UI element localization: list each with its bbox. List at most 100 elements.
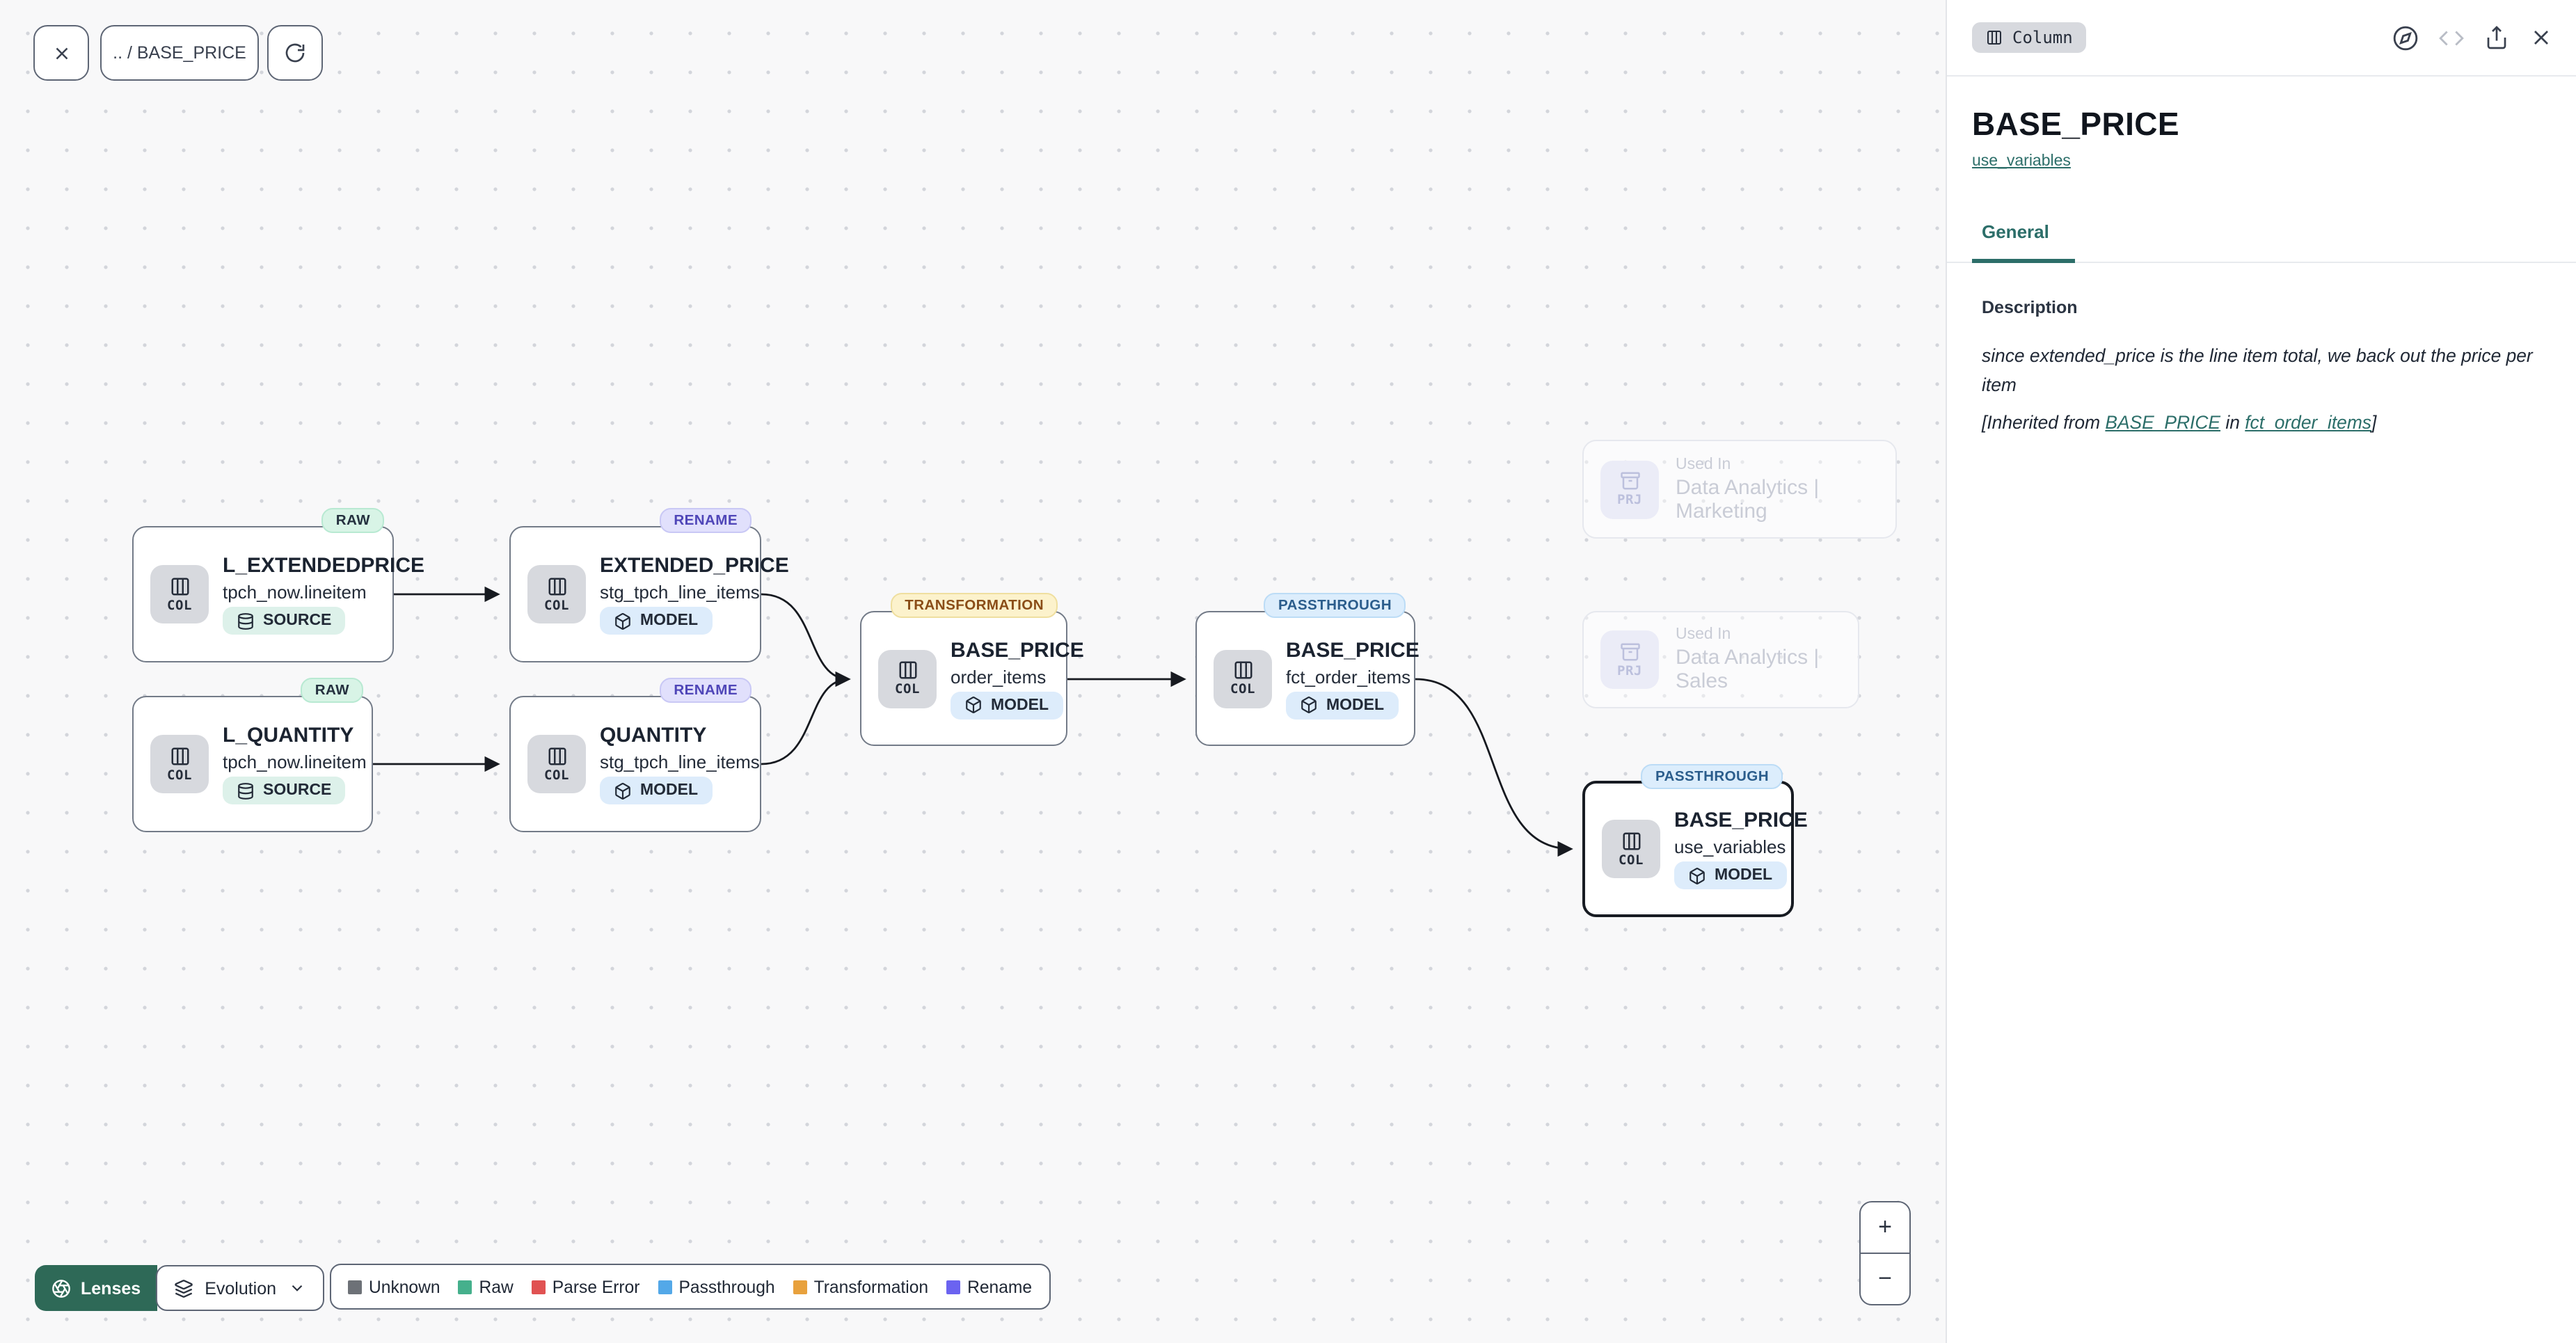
pill-label: SOURCE: [263, 782, 331, 799]
ghost-node-sales[interactable]: PRJ Used In Data Analytics | Sales: [1582, 611, 1859, 708]
cube-icon: [614, 781, 632, 800]
close-icon: [2529, 25, 2554, 50]
source-pill: SOURCE: [223, 607, 345, 635]
zoom-in-button[interactable]: +: [1861, 1202, 1909, 1253]
node-kind-label: COL: [895, 682, 920, 697]
inherited-model-link[interactable]: fct_order_items: [2245, 412, 2371, 433]
model-link[interactable]: use_variables: [1972, 153, 2071, 170]
node-l-extendedprice[interactable]: RAW COL L_EXTENDEDPRICE tpch_now.lineite…: [132, 526, 394, 662]
columns-icon: [169, 745, 190, 766]
legend-label: Parse Error: [552, 1277, 640, 1296]
lineage-type-badge: RAW: [322, 508, 384, 533]
database-icon: [237, 781, 255, 800]
model-link-row: use_variables: [1972, 153, 2576, 170]
pill-label: MODEL: [1715, 867, 1772, 884]
archive-icon: [1619, 470, 1640, 491]
lenses-button[interactable]: Lenses: [35, 1265, 157, 1311]
project-name: Data Analytics | Sales: [1676, 646, 1841, 693]
inherited-prefix: [Inherited from: [1982, 412, 2105, 433]
node-subtitle: stg_tpch_line_items: [600, 752, 760, 772]
legend-swatch: [658, 1280, 672, 1294]
node-base-price-order-items[interactable]: TRANSFORMATION COL BASE_PRICE order_item…: [860, 611, 1067, 746]
legend-swatch: [348, 1280, 362, 1294]
lineage-type-badge: RENAME: [660, 678, 752, 703]
entity-type-label: Column: [2012, 28, 2073, 47]
node-l-quantity[interactable]: RAW COL L_QUANTITY tpch_now.lineitem SOU…: [132, 696, 373, 832]
column-icon-box: COL: [1214, 649, 1272, 708]
inherited-mid: in: [2220, 412, 2245, 433]
cube-icon: [1688, 866, 1706, 884]
inherited-column-link[interactable]: BASE_PRICE: [2105, 412, 2220, 433]
inherited-from-line: [Inherited from BASE_PRICE in fct_order_…: [1982, 412, 2576, 433]
pill-label: MODEL: [991, 697, 1049, 713]
legend-label: Transformation: [814, 1277, 929, 1296]
node-quantity[interactable]: RENAME COL QUANTITY stg_tpch_line_items …: [509, 696, 761, 832]
node-kind-label: COL: [167, 768, 192, 783]
lineage-legend: Unknown Raw Parse Error Passthrough Tran…: [330, 1264, 1050, 1310]
source-pill: SOURCE: [223, 777, 345, 804]
node-subtitle: stg_tpch_line_items: [600, 582, 760, 603]
breadcrumb[interactable]: .. / BASE_PRICE: [100, 25, 259, 81]
close-lineage-button[interactable]: [33, 25, 89, 81]
layers-icon: [174, 1278, 193, 1298]
evolution-label: Evolution: [205, 1278, 276, 1298]
lineage-type-badge: TRANSFORMATION: [891, 593, 1058, 618]
tab-general[interactable]: General: [1982, 221, 2049, 242]
node-base-price-fct-order-items[interactable]: PASSTHROUGH COL BASE_PRICE fct_order_ite…: [1195, 611, 1415, 746]
zoom-controls: + −: [1859, 1201, 1911, 1305]
node-base-price-use-variables[interactable]: PASSTHROUGH COL BASE_PRICE use_variables…: [1582, 781, 1794, 917]
columns-icon: [1621, 830, 1641, 851]
node-title: EXTENDED_PRICE: [600, 554, 789, 578]
sidebar-actions: [2392, 24, 2554, 51]
legend-item-passthrough: Passthrough: [658, 1277, 775, 1296]
column-icon-box: COL: [527, 565, 586, 623]
columns-icon: [546, 575, 567, 596]
model-pill: MODEL: [951, 691, 1063, 719]
column-icon-box: COL: [1602, 820, 1660, 878]
zoom-out-button[interactable]: −: [1861, 1255, 1909, 1305]
evolution-dropdown[interactable]: Evolution: [156, 1265, 324, 1311]
close-sidebar-button[interactable]: [2529, 25, 2554, 50]
legend-swatch: [459, 1280, 472, 1294]
cube-icon: [964, 696, 983, 714]
legend-item-parse-error: Parse Error: [532, 1277, 640, 1296]
pill-label: MODEL: [640, 782, 698, 799]
entity-type-badge: Column: [1972, 22, 2087, 53]
app-window: .. / BASE_PRICE PRJ Used In Data Analyti…: [0, 0, 2576, 1343]
pill-label: MODEL: [640, 612, 698, 629]
model-pill: MODEL: [1286, 691, 1398, 719]
node-kind-label: COL: [1619, 852, 1644, 868]
description-heading: Description: [1982, 298, 2576, 317]
lineage-canvas[interactable]: .. / BASE_PRICE PRJ Used In Data Analyti…: [0, 0, 1946, 1343]
close-icon: [51, 42, 72, 63]
used-in-label: Used In: [1676, 456, 1879, 472]
details-sidebar: Column BASE_PRICE use_variables General …: [1946, 0, 2576, 1343]
legend-swatch: [946, 1280, 960, 1294]
chevron-down-icon: [287, 1279, 305, 1297]
ghost-node-marketing[interactable]: PRJ Used In Data Analytics | Marketing: [1582, 440, 1897, 539]
lenses-label: Lenses: [81, 1278, 141, 1298]
column-icon-box: COL: [150, 735, 209, 793]
lineage-type-badge: PASSTHROUGH: [1264, 593, 1406, 618]
column-icon-box: COL: [150, 565, 209, 623]
legend-label: Passthrough: [679, 1277, 775, 1296]
model-pill: MODEL: [600, 607, 712, 635]
node-title: L_EXTENDEDPRICE: [223, 554, 424, 578]
node-title: BASE_PRICE: [951, 638, 1084, 662]
share-button[interactable]: [2484, 25, 2509, 50]
refresh-button[interactable]: [267, 25, 323, 81]
node-extended-price[interactable]: RENAME COL EXTENDED_PRICE stg_tpch_line_…: [509, 526, 761, 662]
node-subtitle: tpch_now.lineitem: [223, 752, 367, 772]
explore-button[interactable]: [2392, 24, 2419, 51]
aperture-icon: [51, 1278, 71, 1298]
pill-label: MODEL: [1326, 697, 1384, 713]
column-title: BASE_PRICE: [1972, 106, 2576, 143]
columns-icon: [897, 660, 918, 681]
legend-swatch: [793, 1280, 807, 1294]
view-code-button[interactable]: [2438, 24, 2465, 51]
node-subtitle: fct_order_items: [1286, 666, 1410, 687]
model-pill: MODEL: [1674, 861, 1786, 889]
lineage-type-badge: RENAME: [660, 508, 752, 533]
node-kind-label: PRJ: [1617, 663, 1642, 678]
legend-item-raw: Raw: [459, 1277, 514, 1296]
